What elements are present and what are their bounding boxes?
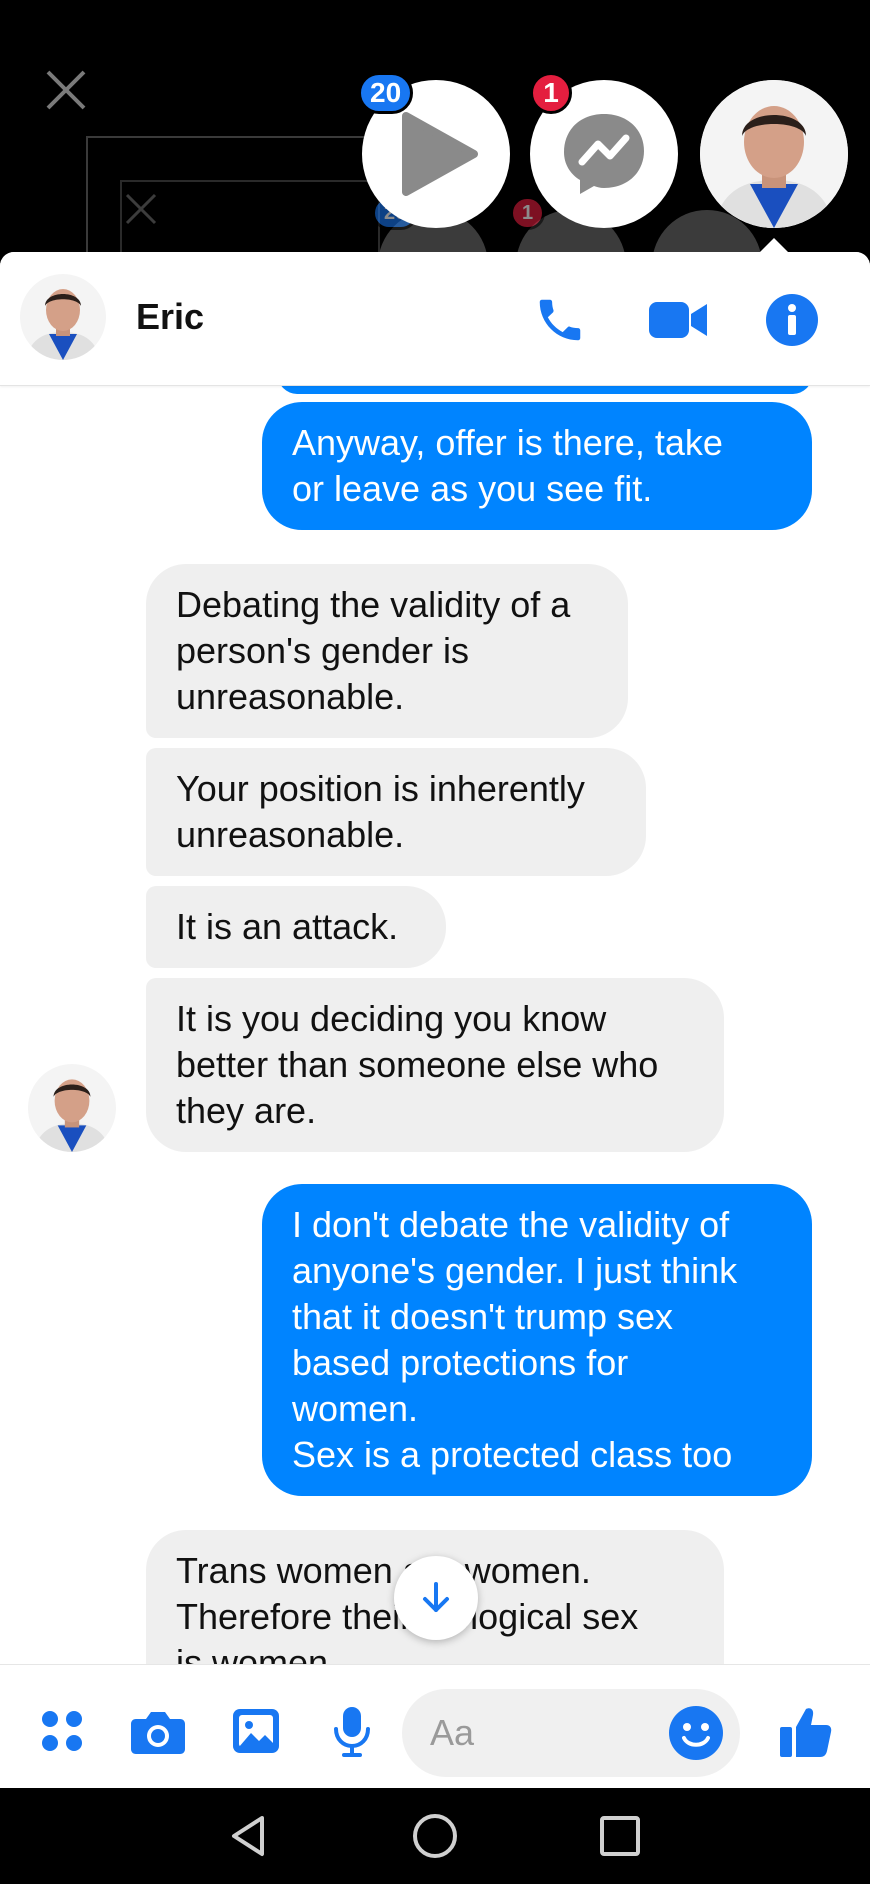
message-bubble-incoming[interactable]: Debating the validity of a person's gend… (146, 564, 628, 738)
system-navigation-bar (0, 1788, 870, 1884)
recents-icon[interactable] (592, 1808, 648, 1864)
phone-icon[interactable] (530, 290, 590, 350)
back-icon[interactable] (220, 1808, 276, 1864)
thumbs-up-icon[interactable] (776, 1701, 836, 1761)
ghost-badge: 1 (510, 196, 546, 230)
ghost-close-icon (125, 193, 157, 225)
message-bubble-incoming[interactable]: Your position is inherently unreasonable… (146, 748, 646, 876)
message-input-field[interactable] (402, 1689, 740, 1777)
unread-badge: 20 (358, 72, 414, 114)
image-icon[interactable] (226, 1701, 286, 1761)
message-input[interactable] (430, 1707, 650, 1759)
chat-panel: Eric Anyway, offer is there, take or lea… (0, 252, 870, 1788)
message-bubble-incoming[interactable]: It is an attack. (146, 886, 446, 968)
microphone-icon[interactable] (322, 1701, 382, 1761)
arrow-down-icon (423, 1582, 449, 1612)
message-bubble-partial (278, 386, 812, 394)
home-icon[interactable] (407, 1808, 463, 1864)
message-list[interactable]: Anyway, offer is there, take or leave as… (0, 386, 870, 1664)
unread-badge: 1 (530, 72, 572, 114)
chathead-overlay: 20 1 20 1 (0, 0, 870, 320)
message-bubble-incoming[interactable]: It is you deciding you know better than … (146, 978, 724, 1152)
video-camera-icon[interactable] (646, 290, 710, 350)
eric-chathead[interactable] (700, 80, 848, 228)
chat-header: Eric (0, 252, 870, 386)
info-icon[interactable] (762, 290, 822, 350)
contact-name[interactable]: Eric (136, 296, 204, 338)
message-bubble-outgoing[interactable]: Anyway, offer is there, take or leave as… (262, 402, 812, 530)
apps-grid-icon[interactable] (32, 1701, 92, 1761)
contact-avatar[interactable] (20, 274, 106, 360)
chathead-pointer (760, 238, 788, 252)
avatar (700, 80, 848, 228)
close-icon[interactable] (44, 68, 88, 112)
message-bubble-outgoing[interactable]: I don't debate the validity of anyone's … (262, 1184, 812, 1496)
camera-icon[interactable] (128, 1701, 188, 1761)
sender-avatar (28, 1064, 116, 1152)
scroll-to-bottom-button[interactable] (394, 1556, 478, 1640)
message-composer (0, 1664, 870, 1788)
emoji-icon[interactable] (668, 1705, 724, 1761)
